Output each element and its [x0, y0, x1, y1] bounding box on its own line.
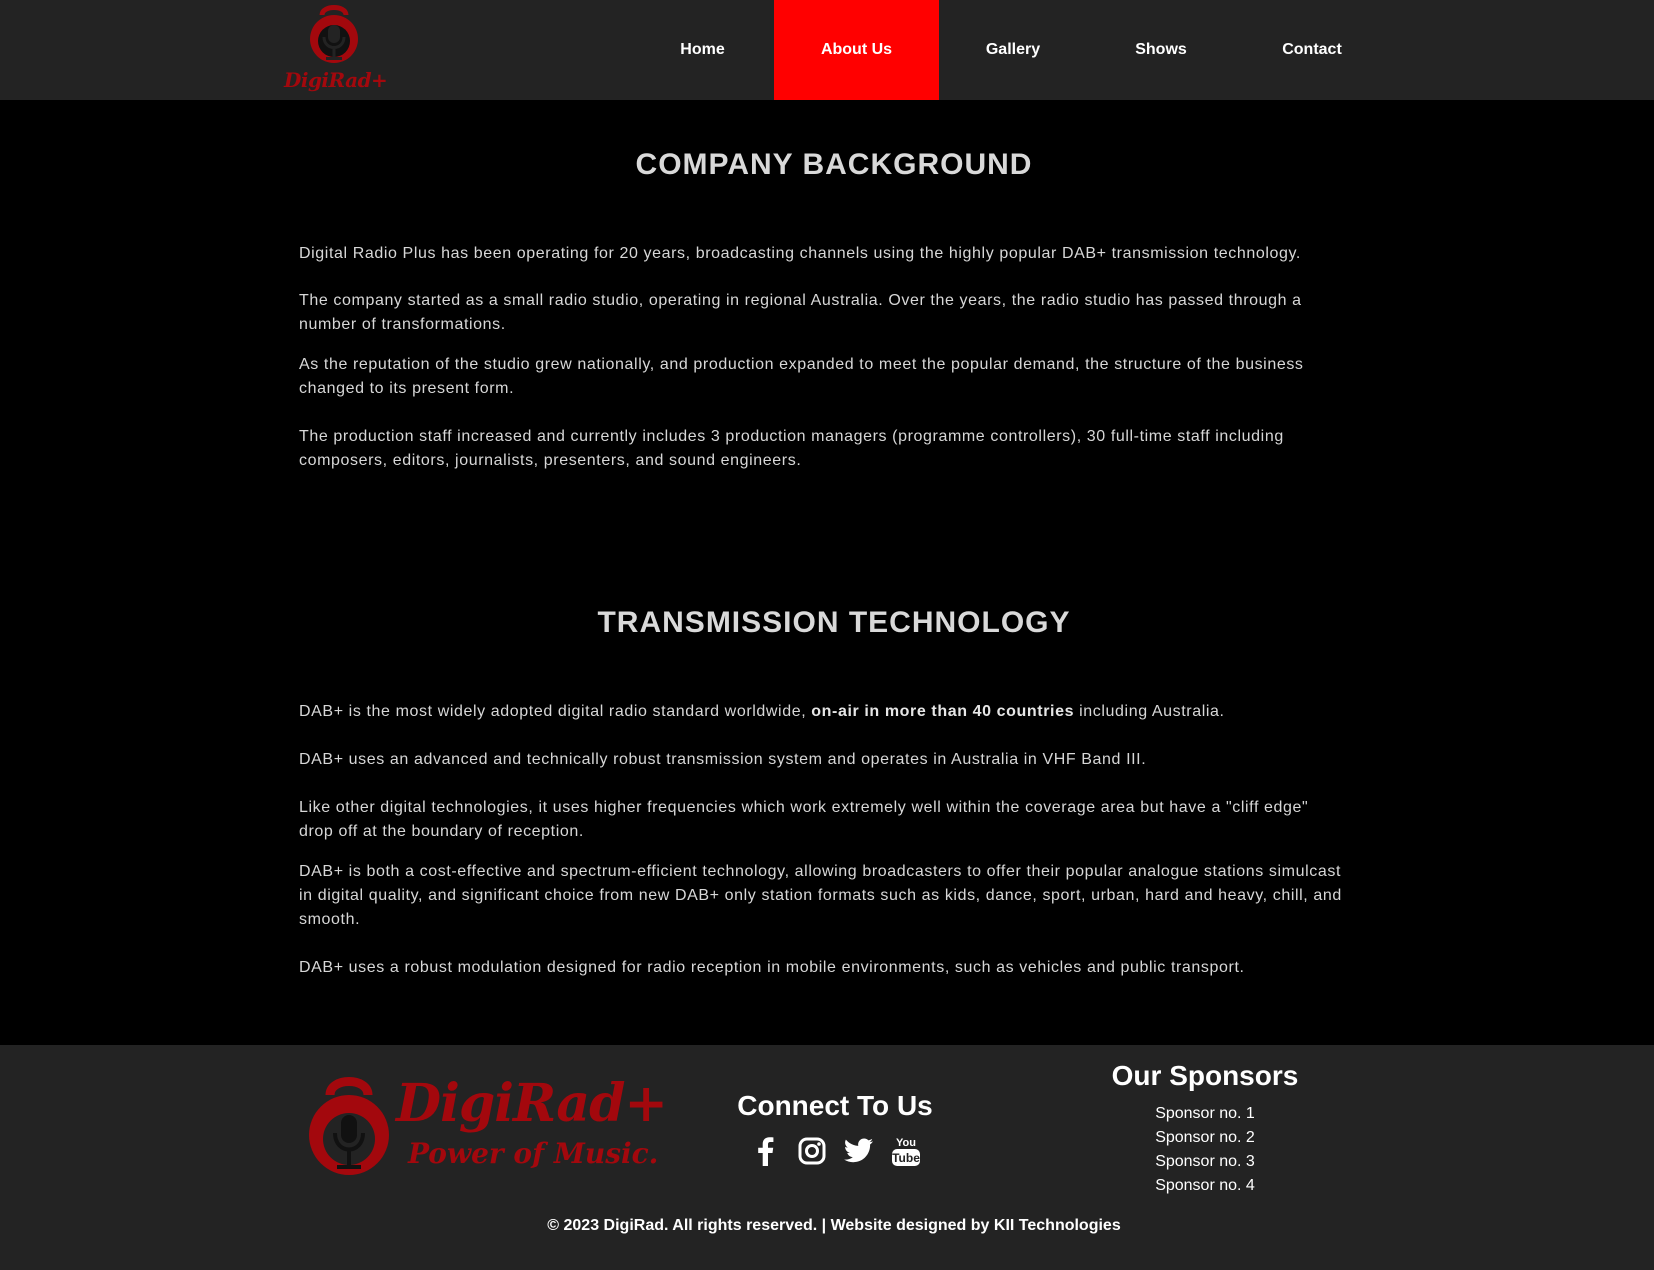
background-paragraph: The company started as a small radio stu…: [299, 292, 1302, 333]
copyright-text: © 2023 DigiRad. All rights reserved. | W…: [547, 1217, 1121, 1234]
logo-wordmark: DigiRad+: [284, 68, 388, 92]
nav-home[interactable]: Home: [656, 0, 749, 100]
background-paragraph: The production staff increased and curre…: [299, 428, 1284, 469]
youtube-icon[interactable]: You Tube: [889, 1134, 922, 1167]
background-paragraph: Digital Radio Plus has been operating fo…: [299, 245, 1301, 262]
connect-block: Connect To Us You Tube: [720, 1090, 950, 1167]
technology-paragraph: Like other digital technologies, it uses…: [299, 799, 1309, 840]
technology-paragraph: DAB+ is both a cost-effective and spectr…: [299, 863, 1342, 928]
footer-logo[interactable]: DigiRad+ Power of Music.: [306, 1073, 668, 1183]
connect-title: Connect To Us: [737, 1090, 933, 1121]
sponsor-item[interactable]: Sponsor no. 2: [1090, 1126, 1320, 1150]
svg-text:You: You: [896, 1137, 916, 1149]
sponsors-title: Our Sponsors: [1111, 1060, 1299, 1091]
technology-paragraph: DAB+ uses a robust modulation designed f…: [299, 959, 1245, 976]
nav-shows[interactable]: Shows: [1116, 0, 1206, 100]
sponsors-list: Sponsor no. 1 Sponsor no. 2 Sponsor no. …: [1090, 1102, 1320, 1198]
site-logo[interactable]: DigiRad+: [282, 0, 388, 100]
technology-paragraph: DAB+ is the most widely adopted digital …: [299, 700, 1344, 724]
section-title-transmission-technology: TRANSMISSION TECHNOLOGY: [597, 606, 1071, 639]
site-header: DigiRad+ Home About Us Gallery Shows Con…: [0, 0, 1654, 100]
kettlebell-microphone-icon: [309, 1077, 389, 1175]
nav-about-us[interactable]: About Us: [774, 0, 939, 100]
nav-contact[interactable]: Contact: [1260, 0, 1364, 100]
technology-paragraph: DAB+ uses an advanced and technically ro…: [299, 751, 1147, 768]
footer-logo-wordmark: DigiRad+: [396, 1073, 668, 1134]
sponsor-item[interactable]: Sponsor no. 3: [1090, 1150, 1320, 1174]
twitter-icon[interactable]: [842, 1134, 875, 1167]
nav-gallery[interactable]: Gallery: [963, 0, 1063, 100]
sponsor-item[interactable]: Sponsor no. 1: [1090, 1102, 1320, 1126]
kettlebell-microphone-icon: [310, 5, 358, 63]
technology-highlight: on-air in more than 40 countries: [811, 703, 1075, 720]
technology-text: including Australia.: [1074, 703, 1225, 720]
site-footer: DigiRad+ Power of Music. Connect To Us Y…: [0, 1045, 1654, 1270]
instagram-icon[interactable]: [795, 1134, 828, 1167]
technology-text: DAB+ is the most widely adopted digital …: [299, 703, 812, 720]
sponsor-item[interactable]: Sponsor no. 4: [1090, 1174, 1320, 1198]
svg-text:Tube: Tube: [892, 1151, 920, 1165]
sponsors-block: Our Sponsors Sponsor no. 1 Sponsor no. 2…: [1090, 1060, 1320, 1198]
facebook-icon[interactable]: [748, 1134, 781, 1167]
footer-logo-tagline: Power of Music.: [408, 1137, 659, 1170]
background-paragraph: As the reputation of the studio grew nat…: [299, 356, 1304, 397]
section-title-company-background: COMPANY BACKGROUND: [635, 148, 1033, 181]
social-links: You Tube: [720, 1134, 950, 1167]
